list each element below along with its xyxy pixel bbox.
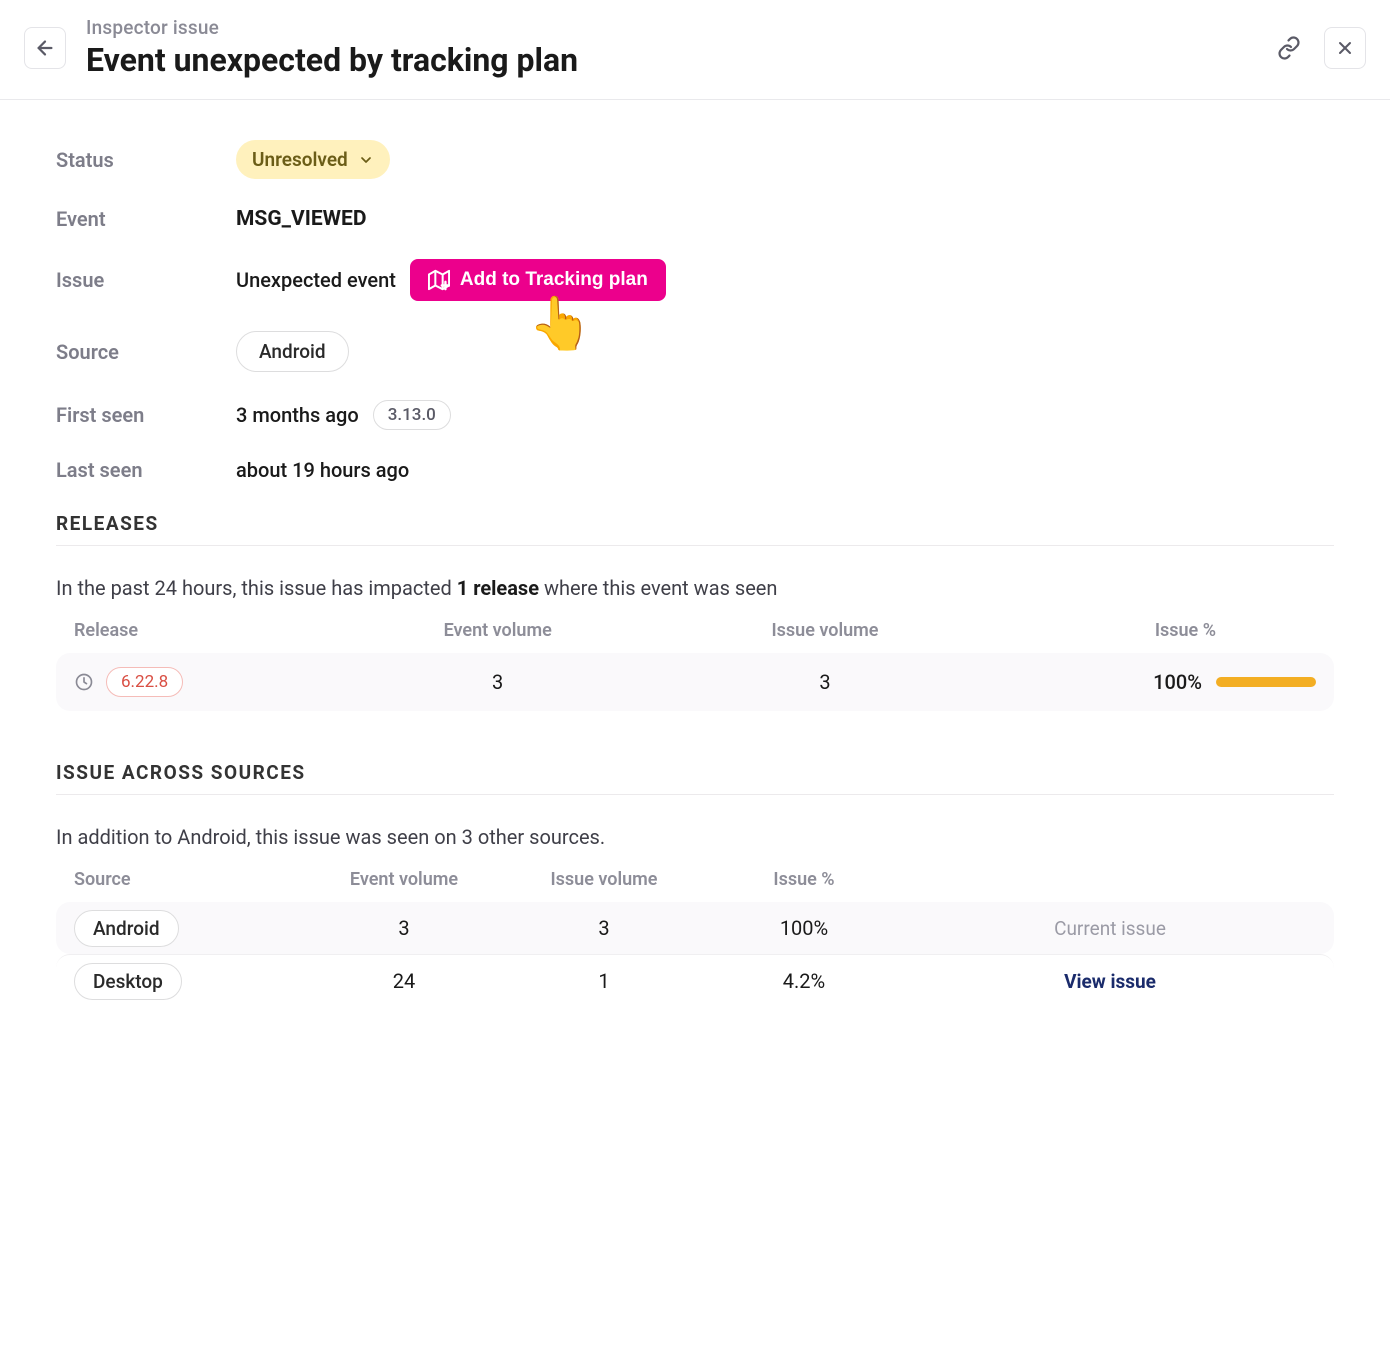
- first-seen-version-pill: 3.13.0: [373, 400, 451, 430]
- sources-subtitle: In addition to Android, this issue was s…: [56, 825, 1334, 849]
- sources-section-title: ISSUE ACROSS SOURCES: [56, 761, 1334, 795]
- source-issue-pct: 100%: [704, 916, 904, 940]
- map-plus-icon: [428, 269, 450, 291]
- release-row[interactable]: 6.22.8 3 3 100%: [56, 653, 1334, 711]
- releases-header-release: Release: [74, 620, 334, 641]
- release-issue-volume: 3: [661, 670, 988, 694]
- status-value: Unresolved: [252, 148, 348, 171]
- releases-subtitle: In the past 24 hours, this issue has imp…: [56, 576, 1334, 600]
- sources-header-issue-pct: Issue %: [704, 869, 904, 890]
- link-icon: [1277, 36, 1301, 60]
- source-issue-volume: 1: [504, 969, 704, 993]
- releases-header-issue-pct: Issue %: [989, 620, 1316, 641]
- page-title: Event unexpected by tracking plan: [86, 41, 1248, 79]
- add-tracking-plan-button[interactable]: Add to Tracking plan: [410, 259, 666, 301]
- release-event-volume: 3: [334, 670, 661, 694]
- issue-pct-bar: [1216, 677, 1316, 687]
- release-issue-pct: 100%: [1153, 670, 1202, 694]
- back-button[interactable]: [24, 27, 66, 69]
- sources-header-source: Source: [74, 869, 304, 890]
- event-label: Event: [56, 207, 236, 231]
- source-issue-pct: 4.2%: [704, 969, 904, 993]
- source-label: Source: [56, 340, 236, 364]
- clock-icon: [74, 672, 94, 692]
- source-row: Desktop 24 1 4.2% View issue: [56, 954, 1334, 1007]
- releases-table: Release Event volume Issue volume Issue …: [56, 620, 1334, 711]
- sources-table: Source Event volume Issue volume Issue %…: [56, 869, 1334, 1007]
- source-issue-volume: 3: [504, 916, 704, 940]
- current-issue-label: Current issue: [904, 917, 1316, 940]
- view-issue-link[interactable]: View issue: [904, 970, 1316, 993]
- sources-header-event-volume: Event volume: [304, 869, 504, 890]
- issue-value: Unexpected event: [236, 268, 396, 292]
- page-header: Inspector issue Event unexpected by trac…: [0, 0, 1390, 100]
- status-label: Status: [56, 148, 236, 172]
- header-eyebrow: Inspector issue: [86, 16, 1248, 39]
- chevron-down-icon: [358, 152, 374, 168]
- releases-header-issue-volume: Issue volume: [661, 620, 988, 641]
- first-seen-value: 3 months ago: [236, 403, 359, 427]
- first-seen-label: First seen: [56, 403, 236, 427]
- close-icon: [1335, 38, 1355, 58]
- arrow-left-icon: [34, 37, 56, 59]
- release-version-pill: 6.22.8: [106, 667, 183, 697]
- releases-section-title: RELEASES: [56, 512, 1334, 546]
- close-button[interactable]: [1324, 27, 1366, 69]
- source-event-volume: 3: [304, 916, 504, 940]
- last-seen-value: about 19 hours ago: [236, 458, 409, 482]
- content: Status Unresolved Event MSG_VIEWED Issue…: [0, 100, 1390, 1007]
- last-seen-label: Last seen: [56, 458, 236, 482]
- source-event-volume: 24: [304, 969, 504, 993]
- copy-link-button[interactable]: [1268, 27, 1310, 69]
- source-pill: Android: [236, 331, 349, 372]
- status-dropdown[interactable]: Unresolved: [236, 140, 390, 179]
- sources-header-issue-volume: Issue volume: [504, 869, 704, 890]
- releases-header-event-volume: Event volume: [334, 620, 661, 641]
- source-pill-android: Android: [74, 910, 179, 947]
- source-pill-desktop: Desktop: [74, 963, 182, 1000]
- add-tracking-plan-label: Add to Tracking plan: [460, 269, 648, 291]
- issue-label: Issue: [56, 268, 236, 292]
- event-value: MSG_VIEWED: [236, 207, 366, 231]
- source-row: Android 3 3 100% Current issue: [56, 902, 1334, 954]
